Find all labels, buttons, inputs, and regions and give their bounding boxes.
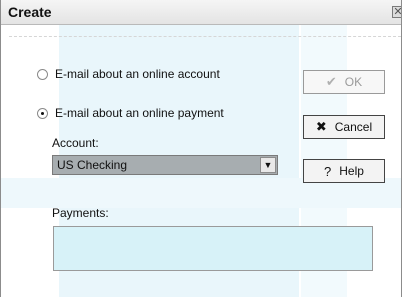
title-bar: Create ✕: [1, 0, 401, 25]
radio-label-account: E-mail about an online account: [55, 67, 220, 81]
cancel-button[interactable]: ✖ Cancel: [303, 115, 385, 139]
account-label: Account:: [52, 136, 99, 150]
check-icon: ✔: [325, 74, 337, 89]
ok-button[interactable]: ✔ OK: [303, 70, 385, 94]
chevron-down-icon[interactable]: ▼: [260, 157, 276, 173]
help-icon: ?: [324, 163, 332, 179]
create-dialog: Create ✕ E-mail about an online account …: [0, 0, 402, 297]
ok-button-label: OK: [344, 75, 363, 89]
payments-field[interactable]: [53, 226, 373, 271]
payments-label: Payments:: [52, 206, 109, 220]
cancel-button-label: Cancel: [334, 120, 373, 134]
account-select[interactable]: US Checking ▼: [52, 155, 278, 175]
help-button-label: Help: [339, 164, 364, 178]
radio-email-online-payment[interactable]: E-mail about an online payment: [37, 105, 224, 121]
radio-button-payment[interactable]: [37, 107, 48, 119]
divider: [9, 36, 401, 37]
x-icon: ✖: [315, 119, 327, 134]
close-icon[interactable]: ✕: [392, 6, 401, 18]
account-selected-value: US Checking: [57, 158, 128, 172]
dialog-title: Create: [8, 4, 52, 20]
help-button[interactable]: ? Help: [303, 159, 385, 183]
radio-button-account[interactable]: [37, 68, 48, 80]
radio-label-payment: E-mail about an online payment: [55, 106, 224, 120]
radio-email-online-account[interactable]: E-mail about an online account: [37, 66, 220, 82]
